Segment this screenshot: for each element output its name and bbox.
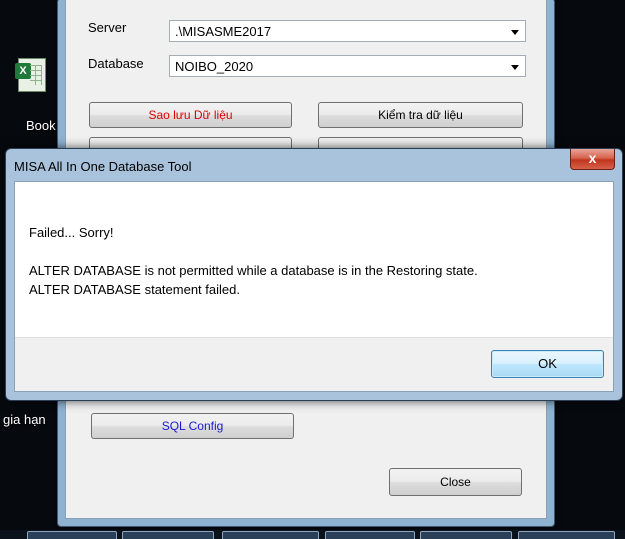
database-combo-value: NOIBO_2020	[175, 59, 254, 74]
ok-button[interactable]: OK	[491, 350, 604, 378]
spreadsheet-grid-icon	[30, 65, 42, 85]
taskbar-button[interactable]	[325, 531, 415, 539]
error-message-line1: ALTER DATABASE is not permitted while a …	[29, 263, 478, 278]
database-label: Database	[88, 56, 144, 71]
taskbar-button[interactable]	[222, 531, 319, 539]
taskbar-button[interactable]	[420, 531, 512, 539]
error-dialog: MISA All In One Database Tool x Failed..…	[5, 148, 623, 401]
taskbar-button[interactable]	[122, 531, 214, 539]
server-combo-value: .\MISASME2017	[175, 24, 272, 39]
error-heading: Failed... Sorry!	[29, 225, 114, 240]
backup-data-button[interactable]: Sao lưu Dữ liệu	[89, 102, 292, 128]
chevron-down-icon[interactable]	[511, 65, 519, 70]
excel-file-icon[interactable]: X	[15, 58, 46, 92]
desktop-side-label: gia hạn	[3, 412, 46, 427]
dialog-title: MISA All In One Database Tool	[14, 159, 192, 174]
taskbar-button[interactable]	[518, 531, 615, 539]
server-combo[interactable]: .\MISASME2017	[169, 20, 526, 42]
server-label: Server	[88, 20, 127, 35]
sql-config-button[interactable]: SQL Config	[91, 413, 294, 439]
close-button[interactable]: Close	[389, 468, 522, 496]
close-icon[interactable]: x	[570, 149, 615, 170]
chevron-down-icon[interactable]	[511, 30, 519, 35]
error-message-line2: ALTER DATABASE statement failed.	[29, 282, 240, 297]
desktop-icon-label[interactable]: Book	[26, 118, 56, 133]
excel-logo-icon: X	[15, 63, 31, 79]
taskbar-button[interactable]	[27, 531, 117, 539]
taskbar	[0, 530, 625, 539]
check-data-button[interactable]: Kiểm tra dữ liệu	[318, 102, 523, 128]
database-combo[interactable]: NOIBO_2020	[169, 55, 526, 77]
dialog-footer: OK	[15, 337, 613, 391]
dialog-body: Failed... Sorry! ALTER DATABASE is not p…	[14, 181, 614, 392]
